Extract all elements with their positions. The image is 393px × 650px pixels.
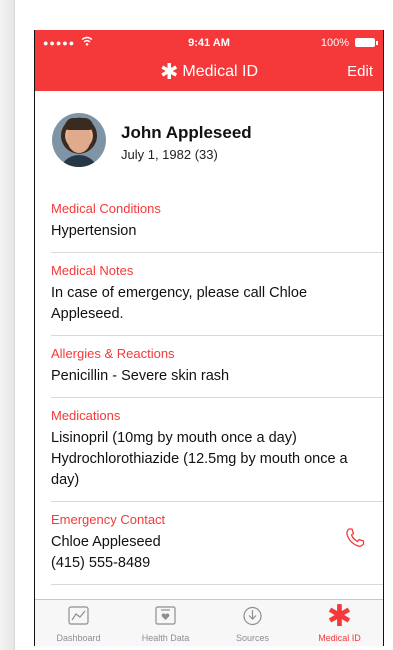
section-emergency-contact[interactable]: Emergency Contact Chloe Appleseed (415) … (35, 502, 383, 584)
profile-dob: July 1, 1982 (33) (121, 147, 218, 162)
section-value: Penicillin - Severe skin rash (51, 368, 230, 384)
medical-id-icon: ✱ (326, 600, 353, 633)
tab-label: Dashboard (56, 633, 101, 643)
medical-star-icon: ✱ (159, 59, 179, 84)
device-frame-left (0, 0, 15, 650)
tab-label: Sources (235, 633, 270, 643)
emergency-contact-name: Chloe Appleseed (51, 534, 161, 550)
health-data-icon (152, 605, 179, 629)
medical-id-content: John Appleseed July 1, 1982 (33) Medical… (35, 91, 383, 615)
section-value: Lisinopril (10mg by mouth once a day) Hy… (51, 430, 348, 488)
profile-header: John Appleseed July 1, 1982 (33) (35, 91, 383, 191)
tab-sources[interactable]: Sources (209, 600, 296, 646)
section-label: Medical Conditions (51, 201, 161, 216)
emergency-contact-phone: (415) 555-8489 (51, 555, 151, 571)
tab-label: Health Data (141, 633, 190, 643)
section-value: In case of emergency, please call Chloe … (51, 285, 308, 322)
phone-icon[interactable] (343, 526, 367, 550)
page-title: ✱ Medical ID (35, 60, 383, 84)
profile-name: John Appleseed (121, 123, 252, 142)
phone-screen: ●●●●● 9:41 AM 100% ✱ Medical ID Edit Joh… (34, 30, 384, 646)
tab-medical-id[interactable]: ✱ Medical ID (296, 600, 383, 646)
sources-icon (239, 605, 266, 629)
avatar (52, 113, 106, 167)
tab-label: Medical ID (318, 633, 361, 643)
section-allergies: Allergies & Reactions Penicillin - Sever… (35, 336, 383, 397)
navigation-bar: ●●●●● 9:41 AM 100% ✱ Medical ID Edit (35, 30, 383, 91)
section-label: Allergies & Reactions (51, 346, 175, 361)
section-value: Hypertension (51, 223, 137, 239)
page-title-label: Medical ID (182, 63, 258, 80)
battery-percentage: 100% (320, 37, 349, 49)
section-label: Medications (51, 408, 121, 423)
tab-health-data[interactable]: Health Data (122, 600, 209, 646)
status-bar: ●●●●● 9:41 AM 100% (35, 36, 383, 50)
battery-icon (355, 38, 378, 47)
section-label: Emergency Contact (51, 512, 166, 527)
tab-bar: Dashboard Health Data Sources ✱ Medical … (35, 599, 383, 646)
section-label: Medical Notes (51, 263, 134, 278)
tab-dashboard[interactable]: Dashboard (35, 600, 122, 646)
section-medical-notes: Medical Notes In case of emergency, plea… (35, 253, 383, 335)
section-medications: Medications Lisinopril (10mg by mouth on… (35, 398, 383, 501)
dashboard-icon (65, 605, 92, 629)
edit-button[interactable]: Edit (347, 60, 373, 84)
section-medical-conditions: Medical Conditions Hypertension (35, 191, 383, 252)
